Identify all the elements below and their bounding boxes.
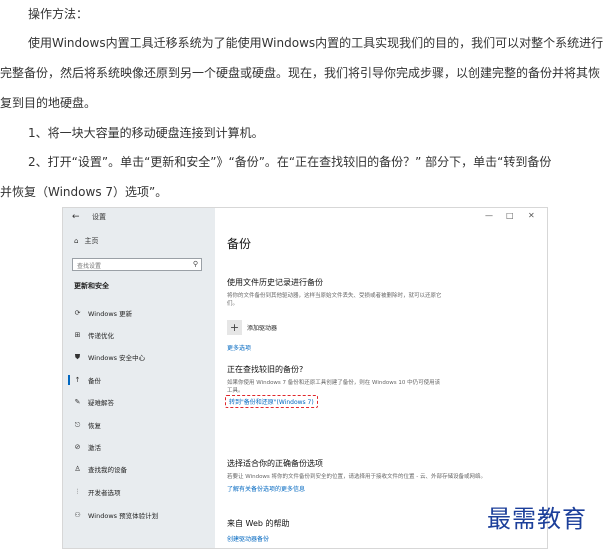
goto-backup-restore-link[interactable]: 转到"备份和还原"(Windows 7)	[225, 395, 318, 408]
sidebar-item-security[interactable]: ⛊ Windows 安全中心	[63, 349, 215, 365]
sidebar-item-label: 恢复	[88, 422, 101, 430]
paragraph-line: 完整备份，然后将系统映像还原到另一个硬盘或硬盘。现在，我们将引导你完成步骤，以创…	[0, 66, 601, 80]
older-backup-heading: 正在查找较旧的备份?	[227, 365, 304, 374]
settings-screenshot: ← 设置 ⌂ 主页 查找设置 ⚲ 更新和安全 ⟳ Windows 更新 ⊞ 传递…	[62, 207, 548, 549]
sidebar-item-insider[interactable]: ⚇ Windows 预览体验计划	[63, 507, 215, 523]
sidebar-section-title: 更新和安全	[74, 282, 109, 290]
paragraph-line: 复到目的地硬盘。	[0, 96, 97, 110]
plus-icon: +	[227, 320, 242, 335]
sidebar-item-backup[interactable]: ↑ 备份	[63, 372, 215, 388]
sidebar-item-label: 疑难解答	[88, 399, 114, 407]
article-heading: 操作方法：	[28, 7, 89, 21]
sidebar-item-label: 激活	[88, 444, 101, 452]
web-help-link[interactable]: 创建驱动器备份	[227, 534, 269, 543]
add-drive-button[interactable]: + 添加驱动器	[227, 320, 277, 335]
sidebar-item-recovery[interactable]: ⎋ 恢复	[63, 417, 215, 433]
sidebar-item-label: 主页	[84, 237, 99, 245]
shield-icon: ⛊	[74, 352, 81, 361]
older-backup-description: 如果你使用 Windows 7 备份和还原工具创建了备份，则在 Windows …	[227, 380, 441, 394]
sidebar-item-activation[interactable]: ⊘ 激活	[63, 439, 215, 455]
sidebar-item-label: 查找我的设备	[88, 466, 127, 474]
find-device-icon: ♙	[74, 465, 81, 473]
paragraph-line: 使用Windows内置工具迁移系统为了能使用Windows内置的工具实现我们的目…	[28, 36, 604, 50]
web-help-heading: 来自 Web 的帮助	[227, 519, 290, 528]
activation-icon: ⊘	[74, 443, 81, 451]
search-placeholder: 查找设置	[77, 263, 102, 270]
insider-icon: ⚇	[74, 511, 81, 519]
add-drive-label: 添加驱动器	[247, 325, 278, 332]
more-options-link[interactable]: 更多选项	[227, 343, 251, 352]
backup-options-link[interactable]: 了解有关备份选项的更多信息	[227, 484, 305, 493]
watermark: 最需教育	[487, 505, 587, 533]
choose-backup-heading: 选择适合你的正确备份选项	[227, 459, 323, 468]
search-input[interactable]: 查找设置 ⚲	[72, 258, 202, 271]
sidebar-item-label: 备份	[88, 377, 101, 385]
home-icon: ⌂	[74, 237, 79, 245]
developer-icon: ⫶	[76, 487, 79, 496]
maximize-icon[interactable]: □	[506, 211, 514, 220]
sidebar-item-delivery-optimization[interactable]: ⊞ 传递优化	[63, 327, 215, 343]
choose-backup-description: 若要让 Windows 将你的文件备份到安全的位置，请选择用于接收文件的位置 -…	[227, 474, 487, 480]
file-history-description: 将你的文件备份到其他驱动器，这样当原始文件丢失、受损或者被删除时，就可以还原它们…	[227, 293, 442, 307]
article-step-2: 2、打开“设置”。单击“更新和安全”》“备份”。在“正在查找较旧的备份？” 部分…	[28, 155, 552, 169]
window-title: 设置	[92, 213, 106, 221]
sidebar-item-home[interactable]: ⌂ 主页	[74, 236, 98, 246]
close-icon[interactable]: ✕	[528, 211, 535, 220]
page-title: 备份	[227, 237, 252, 251]
backup-icon: ↑	[74, 376, 81, 384]
article-step-2-cont: 并恢复（Windows 7）选项”。	[0, 185, 168, 199]
sidebar-item-find-device[interactable]: ♙ 查找我的设备	[63, 461, 215, 477]
sidebar-item-developer[interactable]: ⫶ 开发者选项	[63, 484, 215, 500]
sidebar-item-label: Windows 安全中心	[88, 354, 146, 362]
refresh-icon: ⟳	[74, 309, 81, 317]
sidebar-item-troubleshoot[interactable]: ✎ 疑难解答	[63, 394, 215, 410]
settings-sidebar: ← 设置 ⌂ 主页 查找设置 ⚲ 更新和安全 ⟳ Windows 更新 ⊞ 传递…	[63, 208, 215, 548]
file-history-heading: 使用文件历史记录进行备份	[227, 278, 323, 287]
sidebar-item-label: 开发者选项	[88, 489, 121, 497]
sidebar-item-windows-update[interactable]: ⟳ Windows 更新	[63, 305, 215, 321]
article-step-1: 1、将一块大容量的移动硬盘连接到计算机。	[28, 126, 264, 140]
sidebar-item-label: 传递优化	[88, 332, 114, 340]
article-paragraph: 使用Windows内置工具迁移系统为了能使用Windows内置的工具实现我们的目…	[0, 28, 609, 58]
search-icon: ⚲	[192, 260, 198, 268]
wrench-icon: ✎	[74, 398, 81, 406]
delivery-optimization-icon: ⊞	[74, 331, 81, 339]
minimize-icon[interactable]: —	[485, 211, 493, 220]
back-arrow-icon[interactable]: ←	[72, 212, 80, 222]
settings-main: — □ ✕ 备份 使用文件历史记录进行备份 将你的文件备份到其他驱动器，这样当原…	[215, 208, 547, 548]
article-paragraph-cont: 完整备份，然后将系统映像还原到另一个硬盘或硬盘。现在，我们将引导你完成步骤，以创…	[0, 58, 609, 118]
recovery-icon: ⎋	[74, 420, 81, 429]
sidebar-item-label: Windows 更新	[88, 310, 133, 318]
sidebar-item-label: Windows 预览体验计划	[88, 512, 159, 520]
